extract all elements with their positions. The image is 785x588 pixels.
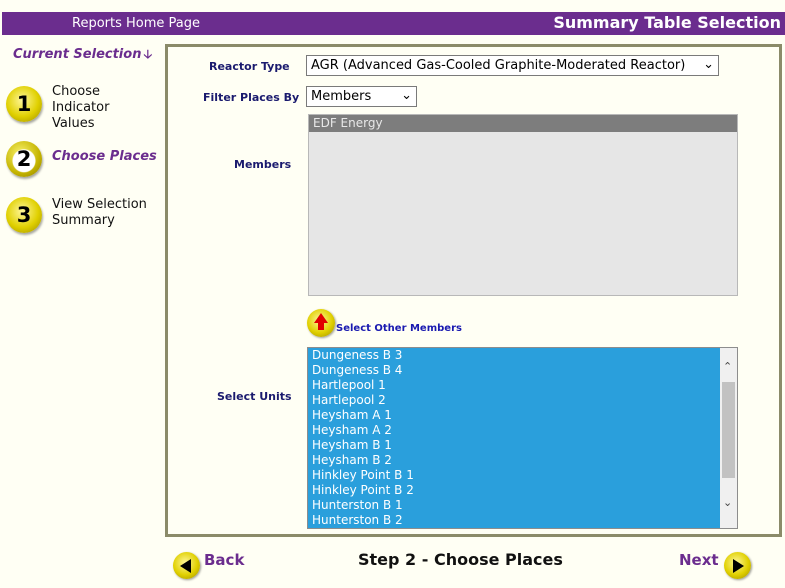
reactor-type-select[interactable]: AGR (Advanced Gas-Cooled Graphite-Modera… bbox=[306, 55, 719, 76]
unit-item[interactable]: Heysham A 1 bbox=[308, 408, 718, 423]
header-bar: Reports Home Page Summary Table Selectio… bbox=[2, 12, 785, 35]
next-label[interactable]: Next bbox=[679, 551, 719, 569]
unit-item[interactable]: Heysham B 1 bbox=[308, 438, 718, 453]
step-1-choose-indicator-values[interactable]: 1 Choose Indicator Values bbox=[6, 84, 166, 134]
scroll-up-icon[interactable]: ⌃ bbox=[723, 360, 732, 373]
selection-panel: Reactor Type AGR (Advanced Gas-Cooled Gr… bbox=[165, 44, 782, 537]
left-arrow-icon bbox=[180, 559, 191, 573]
members-list-item[interactable]: EDF Energy bbox=[309, 115, 737, 132]
reactor-type-label: Reactor Type bbox=[209, 60, 290, 73]
unit-item[interactable]: Hunterston B 2 bbox=[308, 513, 718, 528]
units-scrollbar[interactable]: ⌃ ⌄ bbox=[720, 348, 737, 528]
filter-places-label: Filter Places By bbox=[203, 91, 300, 104]
page-title: Summary Table Selection bbox=[553, 13, 781, 32]
select-other-members-button[interactable] bbox=[307, 309, 335, 337]
unit-item[interactable]: Dungeness B 3 bbox=[308, 348, 718, 363]
back-label[interactable]: Back bbox=[204, 551, 244, 569]
current-selection-heading: Current Selection 🡣 bbox=[13, 45, 152, 66]
filter-places-value: Members bbox=[311, 89, 372, 104]
step-2-choose-places[interactable]: 2 Choose Places bbox=[6, 141, 166, 177]
step-2-number: 2 bbox=[16, 147, 32, 171]
chevron-down-icon: ⌄ bbox=[401, 88, 412, 103]
step-title: Step 2 - Choose Places bbox=[358, 550, 563, 569]
down-arrow-icon: 🡣 bbox=[143, 47, 153, 61]
step-3-label: View Selection Summary bbox=[52, 197, 147, 228]
unit-item[interactable]: Hinkley Point B 1 bbox=[308, 468, 718, 483]
unit-item[interactable]: Dungeness B 4 bbox=[308, 363, 718, 378]
back-button[interactable] bbox=[173, 552, 200, 579]
filter-places-select[interactable]: Members ⌄ bbox=[306, 86, 417, 107]
select-units-label: Select Units bbox=[217, 390, 292, 403]
members-label: Members bbox=[234, 158, 292, 171]
units-listbox[interactable]: Dungeness B 3 Dungeness B 4 Hartlepool 1… bbox=[307, 347, 738, 529]
next-button[interactable] bbox=[724, 552, 751, 579]
step-2-label: Choose Places bbox=[52, 149, 157, 164]
select-other-members-link[interactable]: Select Other Members bbox=[336, 323, 462, 334]
scroll-down-icon[interactable]: ⌄ bbox=[723, 496, 732, 509]
current-selection-label: Current Selection bbox=[13, 47, 142, 62]
step-3-number: 3 bbox=[16, 203, 32, 227]
units-list: Dungeness B 3 Dungeness B 4 Hartlepool 1… bbox=[308, 348, 718, 528]
right-arrow-icon bbox=[733, 559, 744, 573]
members-listbox[interactable]: EDF Energy bbox=[308, 114, 738, 296]
scroll-thumb[interactable] bbox=[722, 382, 735, 478]
unit-item[interactable]: Hartlepool 1 bbox=[308, 378, 718, 393]
step-1-label: Choose Indicator Values bbox=[52, 84, 110, 131]
unit-item[interactable]: Hinkley Point B 2 bbox=[308, 483, 718, 498]
step-1-number: 1 bbox=[16, 92, 32, 116]
step-3-view-selection-summary[interactable]: 3 View Selection Summary bbox=[6, 197, 166, 233]
unit-item[interactable]: Hunterston B 1 bbox=[308, 498, 718, 513]
unit-item[interactable]: Heysham A 2 bbox=[308, 423, 718, 438]
chevron-down-icon: ⌄ bbox=[703, 57, 714, 72]
reports-home-link[interactable]: Reports Home Page bbox=[72, 16, 200, 31]
reactor-type-value: AGR (Advanced Gas-Cooled Graphite-Modera… bbox=[311, 58, 686, 73]
unit-item[interactable]: Hartlepool 2 bbox=[308, 393, 718, 408]
unit-item[interactable]: Heysham B 2 bbox=[308, 453, 718, 468]
